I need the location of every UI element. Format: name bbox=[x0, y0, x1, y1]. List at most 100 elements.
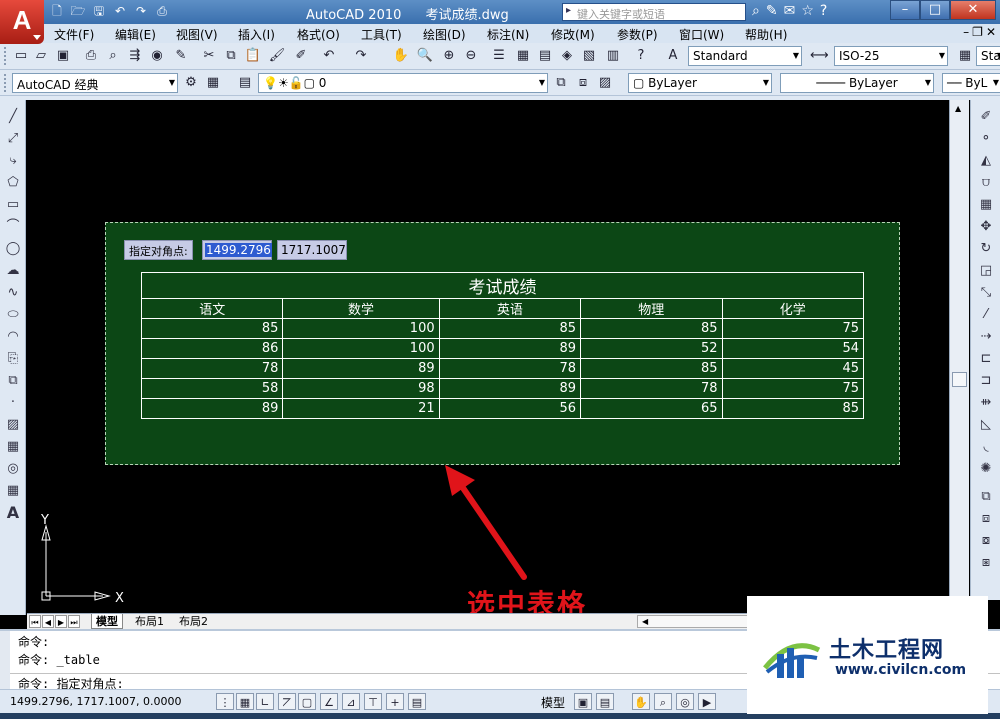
hatch-icon[interactable]: ▨ bbox=[4, 416, 22, 434]
offset-icon[interactable]: ⩌ bbox=[977, 174, 995, 192]
rectangle-icon[interactable]: ▭ bbox=[4, 196, 22, 214]
doc-close-button[interactable]: ✕ bbox=[986, 25, 996, 39]
plot-preview-icon[interactable]: ⌕ bbox=[104, 47, 122, 65]
help-icon[interactable]: ? bbox=[632, 47, 650, 65]
steering-wheel-icon[interactable]: ◎ bbox=[676, 693, 694, 710]
vertical-scrollbar[interactable]: ▲ ▼ bbox=[949, 100, 969, 615]
dynamic-ucs-icon[interactable]: ⊿ bbox=[342, 693, 360, 710]
open-file-icon[interactable]: 🗁 bbox=[69, 3, 87, 20]
close-button[interactable]: ✕ bbox=[950, 0, 996, 20]
lineweight-icon[interactable]: + bbox=[386, 693, 404, 710]
drawing-quick-view-icon[interactable]: ▤ bbox=[596, 693, 614, 710]
region-icon[interactable]: ◎ bbox=[4, 460, 22, 478]
undo-icon[interactable]: ↶ bbox=[320, 47, 338, 65]
plot-icon[interactable]: ⎙ bbox=[153, 3, 171, 20]
tab-layout2[interactable]: 布局2 bbox=[175, 614, 212, 629]
revision-cloud-icon[interactable]: ☁ bbox=[4, 262, 22, 280]
search-input[interactable]: 键入关键字或短语 bbox=[562, 3, 746, 21]
prev-tab-icon[interactable]: ◀ bbox=[42, 615, 54, 628]
polyline-icon[interactable]: ⤷ bbox=[4, 152, 22, 170]
dynamic-input-x-field[interactable]: 1499.2796 bbox=[202, 240, 272, 260]
dynamic-input-icon[interactable]: ⊤ bbox=[364, 693, 382, 710]
line-icon[interactable]: ╱ bbox=[4, 108, 22, 126]
command-window-grip[interactable] bbox=[0, 631, 10, 691]
tab-model[interactable]: 模型 bbox=[91, 614, 123, 629]
copy-object-icon[interactable]: ⚬ bbox=[977, 130, 995, 148]
grid-display-icon[interactable]: ▦ bbox=[236, 693, 254, 710]
workspace-toolbar-icon[interactable]: ▦ bbox=[204, 74, 222, 92]
subscription-icon[interactable]: ✎ bbox=[766, 3, 778, 19]
3d-dwf-icon[interactable]: ◉ bbox=[148, 47, 166, 65]
text-style-dropdown[interactable]: Standard bbox=[688, 46, 802, 66]
save-icon[interactable]: 🖫 bbox=[90, 3, 108, 20]
table-style-icon[interactable]: ▦ bbox=[956, 47, 974, 65]
score-table[interactable]: 考试成绩 语文 数学 英语 物理 化学 85 100 85 85 75 86 1… bbox=[140, 272, 865, 419]
minimize-button[interactable]: – bbox=[890, 0, 920, 20]
menu-dimension[interactable]: 标注(N) bbox=[487, 26, 529, 43]
layer-previous-icon[interactable]: ⧈ bbox=[574, 74, 592, 92]
join-icon[interactable]: ⇻ bbox=[977, 394, 995, 412]
redo-icon[interactable]: ↷ bbox=[132, 3, 150, 20]
bring-to-front-icon[interactable]: ⧈ bbox=[977, 510, 995, 528]
properties-icon[interactable]: ☰ bbox=[490, 47, 508, 65]
explode-icon[interactable]: ✺ bbox=[977, 460, 995, 478]
ellipse-arc-icon[interactable]: ◠ bbox=[4, 328, 22, 346]
undo-icon[interactable]: ↶ bbox=[111, 3, 129, 20]
pan-icon[interactable]: ✋ bbox=[392, 47, 410, 65]
markup-icon[interactable]: ▧ bbox=[580, 47, 598, 65]
table-style-dropdown[interactable]: Sta bbox=[976, 46, 1000, 66]
quick-properties-icon[interactable]: ▤ bbox=[408, 693, 426, 710]
plot-icon[interactable]: ⎙ bbox=[82, 47, 100, 65]
tool-palettes-icon[interactable]: ▤ bbox=[536, 47, 554, 65]
save-icon[interactable]: ▣ bbox=[54, 47, 72, 65]
menu-format[interactable]: 格式(O) bbox=[297, 26, 340, 43]
layout-quick-view-icon[interactable]: ▣ bbox=[574, 693, 592, 710]
spline-icon[interactable]: ∿ bbox=[4, 284, 22, 302]
layer-dropdown[interactable]: 💡☀🔓▢ 0 bbox=[258, 73, 548, 93]
ortho-mode-icon[interactable]: ∟ bbox=[256, 693, 274, 710]
maximize-button[interactable]: □ bbox=[920, 0, 950, 20]
menu-view[interactable]: 视图(V) bbox=[176, 26, 218, 43]
object-snap-tracking-icon[interactable]: ∠ bbox=[320, 693, 338, 710]
lineweight-dropdown[interactable]: ── ByL bbox=[942, 73, 1000, 93]
doc-minimize-button[interactable]: – bbox=[963, 25, 969, 39]
doc-restore-button[interactable]: ❐ bbox=[972, 25, 983, 39]
arc-icon[interactable]: ⌒ bbox=[4, 218, 22, 236]
erase-icon[interactable]: ✐ bbox=[977, 108, 995, 126]
extend-icon[interactable]: ⇢ bbox=[977, 328, 995, 346]
send-to-back-icon[interactable]: ⧇ bbox=[977, 532, 995, 550]
trim-icon[interactable]: ⁄ bbox=[977, 306, 995, 324]
menu-parametric[interactable]: 参数(P) bbox=[617, 26, 658, 43]
dim-style-icon[interactable]: ⟷ bbox=[810, 47, 829, 65]
redo-icon[interactable]: ↷ bbox=[352, 47, 370, 65]
layer-properties-icon[interactable]: ▤ bbox=[236, 74, 254, 92]
make-block-icon[interactable]: ⧉ bbox=[4, 372, 22, 390]
menu-draw[interactable]: 绘图(D) bbox=[423, 26, 466, 43]
horizontal-scrollbar[interactable]: ◀ bbox=[637, 615, 757, 628]
stretch-icon[interactable]: ⤡ bbox=[977, 284, 995, 302]
last-tab-icon[interactable]: ⏭ bbox=[68, 615, 80, 628]
zoom-icon[interactable]: ⌕ bbox=[654, 693, 672, 710]
menu-insert[interactable]: 插入(I) bbox=[238, 26, 275, 43]
ellipse-icon[interactable]: ⬭ bbox=[4, 306, 22, 324]
layer-state-icon[interactable]: ▨ bbox=[596, 74, 614, 92]
zoom-window-icon[interactable]: ⊕ bbox=[440, 47, 458, 65]
sheet-set-icon[interactable]: ✎ bbox=[172, 47, 190, 65]
polar-tracking-icon[interactable]: ⦢ bbox=[278, 693, 296, 710]
next-tab-icon[interactable]: ▶ bbox=[55, 615, 67, 628]
point-icon[interactable]: · bbox=[4, 394, 22, 412]
drawing-canvas[interactable]: 指定对角点: 1499.2796 1717.1007 考试成绩 语文 数学 英语… bbox=[27, 100, 949, 613]
insert-block-icon[interactable]: ⎘ bbox=[4, 350, 22, 368]
workspace-settings-icon[interactable]: ⚙ bbox=[182, 74, 200, 92]
move-icon[interactable]: ✥ bbox=[977, 218, 995, 236]
design-center-icon[interactable]: ▦ bbox=[514, 47, 532, 65]
favorites-icon[interactable]: ☆ bbox=[801, 3, 814, 19]
calculator-icon[interactable]: ▥ bbox=[604, 47, 622, 65]
block-editor-icon[interactable]: ✐ bbox=[292, 47, 310, 65]
multiline-text-icon[interactable]: A bbox=[4, 504, 22, 522]
object-snap-icon[interactable]: ▢ bbox=[298, 693, 316, 710]
menu-tools[interactable]: 工具(T) bbox=[361, 26, 402, 43]
polygon-icon[interactable]: ⬠ bbox=[4, 174, 22, 192]
publish-icon[interactable]: ⇶ bbox=[126, 47, 144, 65]
snap-mode-icon[interactable]: ⋮ bbox=[216, 693, 234, 710]
